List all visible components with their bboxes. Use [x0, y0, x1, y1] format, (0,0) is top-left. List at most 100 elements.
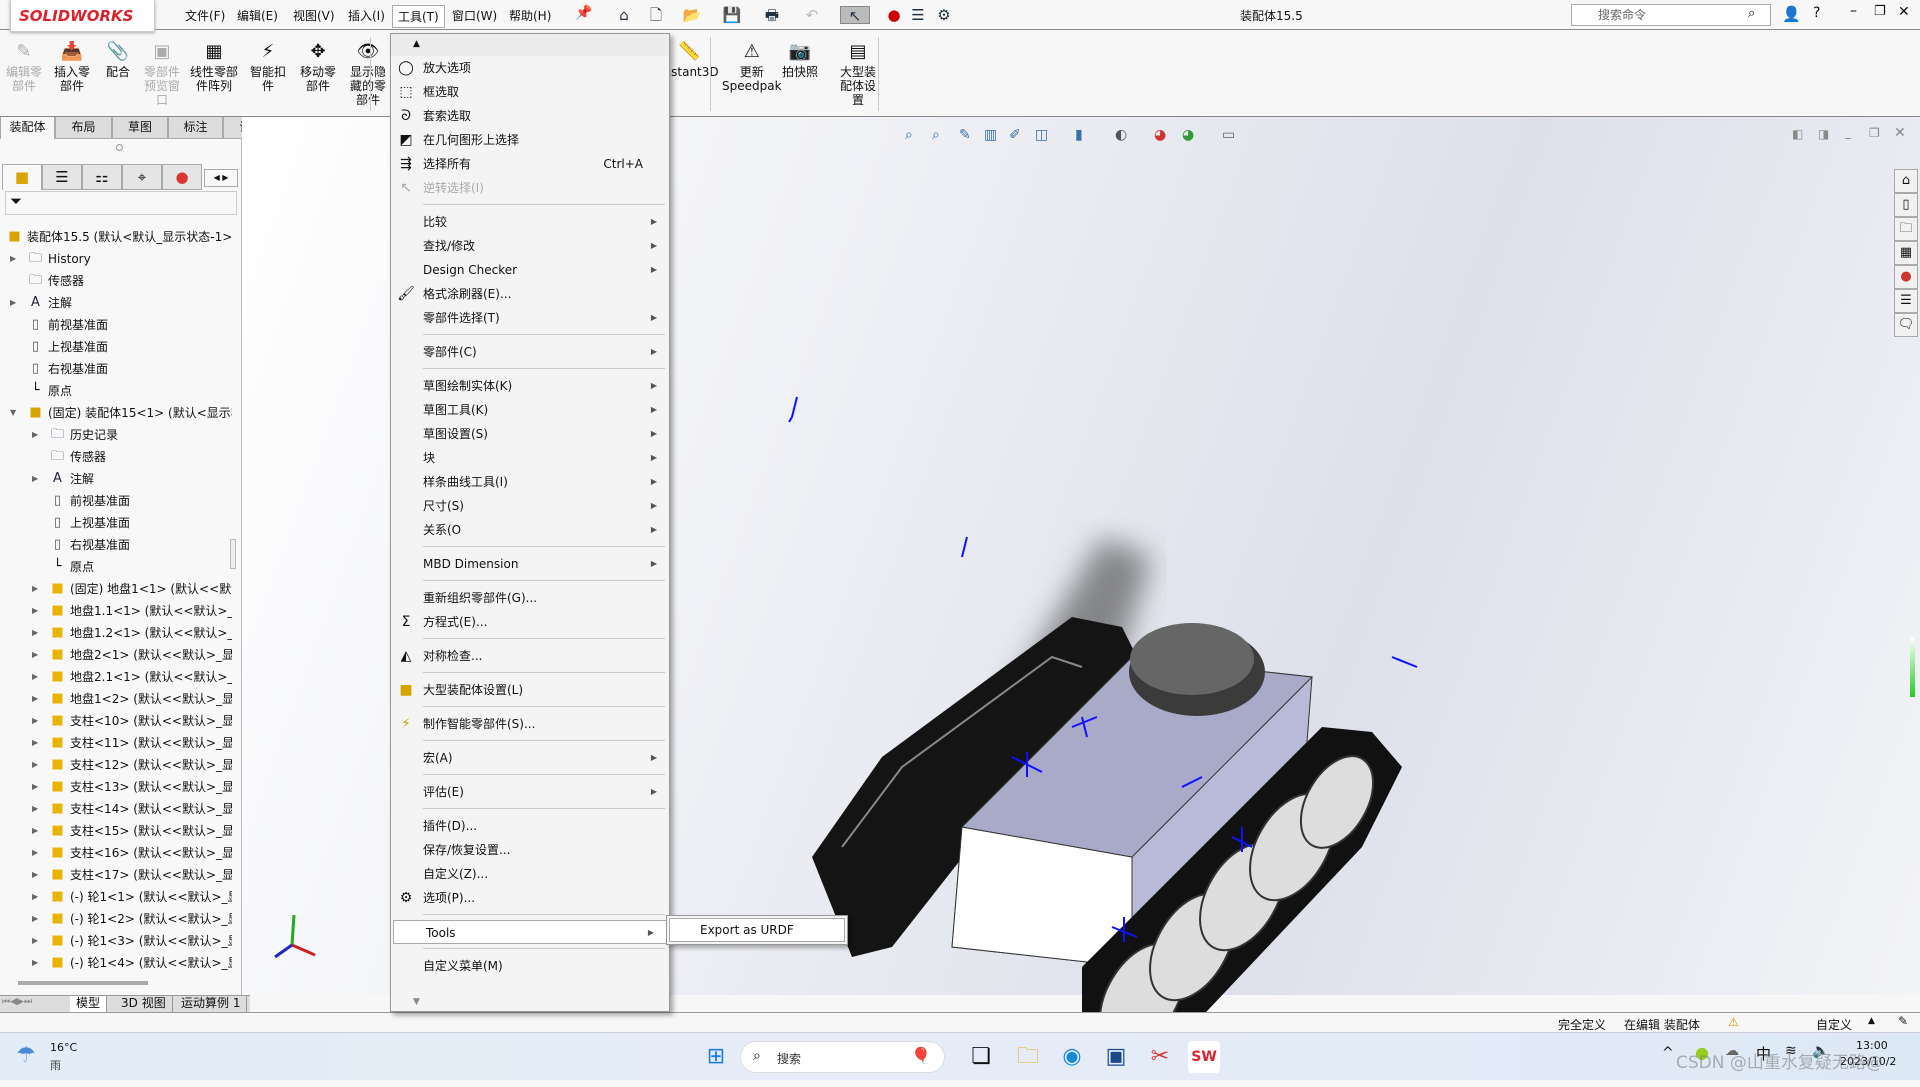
menu-item-18[interactable]: 块 ▶: [391, 446, 669, 470]
menu-item-16[interactable]: 草图工具(K) ▶: [391, 398, 669, 422]
menu-2[interactable]: 视图(V): [288, 5, 340, 26]
menu-item-40[interactable]: 自定义(Z)...: [391, 862, 669, 886]
tree-item[interactable]: 🗀 传感器: [0, 270, 232, 292]
hide-show-items-icon[interactable]: ◐: [1115, 127, 1127, 143]
print-icon[interactable]: 🖶: [762, 6, 782, 24]
expand-arrow-icon[interactable]: ▶: [32, 424, 42, 446]
viewport-minimize-icon[interactable]: _: [1845, 125, 1851, 139]
menu-item-45[interactable]: 自定义菜单(M): [391, 954, 669, 978]
tab-property-manager[interactable]: ☰: [42, 164, 82, 190]
solidworks-logo[interactable]: SOLIDWORKS: [10, 0, 155, 32]
tree-item[interactable]: ▶ ■ 支柱<14> (默认<<默认>_显: [0, 798, 232, 820]
help-icon[interactable]: ?: [1813, 5, 1820, 21]
section-view-icon[interactable]: ▥: [984, 127, 997, 143]
menu-item-21[interactable]: 关系(O ▶: [391, 518, 669, 542]
menu-item-7[interactable]: 比较 ▶: [391, 210, 669, 234]
ribbon-button-2[interactable]: 📎 配合: [106, 41, 130, 79]
pin-icon[interactable]: 📌: [575, 5, 592, 21]
menu-4[interactable]: 工具(T): [392, 5, 445, 28]
viewport-close-icon[interactable]: ✕: [1894, 125, 1906, 141]
tree-horizontal-scrollbar[interactable]: [18, 981, 148, 985]
tab-dimxpert[interactable]: ⌖: [122, 164, 162, 190]
select-cursor-icon[interactable]: ↖: [840, 6, 870, 25]
close-icon[interactable]: ✕: [1898, 4, 1910, 20]
menu-item-17[interactable]: 草图设置(S) ▶: [391, 422, 669, 446]
menu-item-9[interactable]: Design Checker ▶: [391, 258, 669, 282]
tile-left-icon[interactable]: ◧: [1792, 127, 1803, 141]
tree-item[interactable]: ▯ 上视基准面: [0, 336, 232, 358]
open-icon[interactable]: 📂: [682, 6, 702, 24]
expand-arrow-icon[interactable]: ▶: [32, 666, 42, 688]
apply-scene-icon[interactable]: ◕: [1182, 127, 1194, 143]
tree-item[interactable]: ▶ ■ 支柱<13> (默认<<默认>_显: [0, 776, 232, 798]
tree-item[interactable]: ▶ ■ 支柱<12> (默认<<默认>_显: [0, 754, 232, 776]
bottom-tab-0[interactable]: 模型: [70, 996, 108, 1012]
menu-item-26[interactable]: Σ 方程式(E)...: [391, 610, 669, 634]
menu-item-export-as-urdf[interactable]: Export as URDF: [669, 918, 845, 942]
expand-arrow-icon[interactable]: ▶: [32, 600, 42, 622]
tree-item[interactable]: ▶ ■ 地盘1.1<1> (默认<<默认>_显: [0, 600, 232, 622]
tree-item[interactable]: ▶ ■ 支柱<15> (默认<<默认>_显: [0, 820, 232, 842]
command-tab-0[interactable]: 装配体: [0, 117, 55, 139]
tree-item[interactable]: ▼ ■ (固定) 装配体15<1> (默认<显示状态-1>): [0, 402, 232, 424]
tree-item[interactable]: ▶ ■ 地盘2.1<1> (默认<<默认>_显: [0, 666, 232, 688]
collapse-arrow-icon[interactable]: ▼: [10, 402, 20, 424]
ribbon-button-7[interactable]: 👁 显示隐 藏的零 部件: [350, 41, 386, 107]
menu-1[interactable]: 编辑(E): [232, 5, 283, 26]
menu-item-38[interactable]: 插件(D)...: [391, 814, 669, 838]
new-document-icon[interactable]: 🗋: [646, 6, 666, 24]
tank-3d-model[interactable]: [782, 387, 1642, 1087]
tree-item[interactable]: ▯ 前视基准面: [0, 490, 232, 512]
tree-item[interactable]: ▶ ■ (-) 轮1<1> (默认<<默认>_显: [0, 886, 232, 908]
viewport-scroll-indicator[interactable]: [1910, 637, 1915, 697]
expand-arrow-icon[interactable]: ▶: [32, 930, 42, 952]
menu-item-20[interactable]: 尺寸(S) ▶: [391, 494, 669, 518]
menu-item-5[interactable]: ↖ 逆转选择(I): [391, 176, 669, 200]
tree-item[interactable]: ▶ ■ (固定) 地盘1<1> (默认<<默认>_显: [0, 578, 232, 600]
expand-arrow-icon[interactable]: ▶: [32, 710, 42, 732]
tree-item[interactable]: ▶ ■ 地盘1<2> (默认<<默认>_显: [0, 688, 232, 710]
file-properties-icon[interactable]: ☰: [908, 6, 928, 24]
taskbar-search-box[interactable]: ⌕ 搜索 🎈: [740, 1041, 945, 1073]
view-orientation-icon[interactable]: ◫: [1035, 127, 1048, 143]
menu-item-1[interactable]: ⬚ 框选取: [391, 80, 669, 104]
menu-item-10[interactable]: 🖌 格式涂刷器(E)...: [391, 282, 669, 306]
ribbon-button-3[interactable]: ▣ 零部件 预览窗 口: [144, 41, 180, 107]
file-explorer-icon[interactable]: 🗀: [1012, 1041, 1044, 1073]
menu-scroll-up-icon[interactable]: ▲: [391, 34, 669, 56]
tree-item[interactable]: ▶ ■ 支柱<16> (默认<<默认>_显: [0, 842, 232, 864]
ribbon-button-4[interactable]: ▦ 线性零部 件阵列: [190, 41, 238, 93]
expand-arrow-icon[interactable]: ▶: [32, 578, 42, 600]
customize-statusbar-icon[interactable]: ✎: [1898, 1014, 1908, 1028]
menu-6[interactable]: 帮助(H): [504, 5, 556, 26]
tab-scroll-arrows-icon[interactable]: ⏮◀▶⏭: [2, 997, 32, 1007]
taskpane-custom-properties-icon[interactable]: ☰: [1894, 289, 1918, 313]
bottom-tab-1[interactable]: 3D 视图: [115, 996, 173, 1012]
tree-item[interactable]: ▯ 上视基准面: [0, 512, 232, 534]
menu-item-39[interactable]: 保存/恢复设置...: [391, 838, 669, 862]
menu-item-3[interactable]: ◩ 在几何图形上选择: [391, 128, 669, 152]
taskpane-design-library-icon[interactable]: ▯: [1894, 193, 1918, 217]
tree-item[interactable]: ▶ ■ (-) 轮1<5> (默认<<默认>_显: [0, 974, 232, 978]
undo-icon[interactable]: ↶: [802, 6, 822, 24]
tree-item[interactable]: ▯ 前视基准面: [0, 314, 232, 336]
minimize-icon[interactable]: –: [1850, 3, 1857, 19]
expand-arrow-icon[interactable]: ▶: [10, 248, 20, 270]
menu-item-15[interactable]: 草图绘制实体(K) ▶: [391, 374, 669, 398]
ribbon-button-1[interactable]: 📥 插入零 部件: [54, 41, 90, 93]
command-tab-1[interactable]: 布局: [55, 117, 112, 139]
zoom-to-area-icon[interactable]: ⌕: [932, 127, 940, 143]
save-icon[interactable]: 💾: [722, 6, 742, 24]
command-tab-2[interactable]: 草图: [112, 117, 168, 139]
expand-arrow-icon[interactable]: ▶: [32, 644, 42, 666]
menu-item-36[interactable]: 评估(E) ▶: [391, 780, 669, 804]
view-settings-icon[interactable]: ▭: [1222, 127, 1235, 143]
tree-item[interactable]: ▶ ■ 地盘2<1> (默认<<默认>_显: [0, 644, 232, 666]
edit-appearance-icon[interactable]: ◕: [1154, 127, 1166, 143]
tree-item[interactable]: ▶ ■ 支柱<11> (默认<<默认>_显: [0, 732, 232, 754]
menu-scroll-down-icon[interactable]: ▼: [413, 997, 420, 1007]
expand-arrow-icon[interactable]: ▶: [10, 292, 20, 314]
tree-item[interactable]: ▯ 右视基准面: [0, 534, 232, 556]
unit-menu-caret-icon[interactable]: ▲: [1868, 1016, 1875, 1026]
expand-arrow-icon[interactable]: ▶: [32, 776, 42, 798]
